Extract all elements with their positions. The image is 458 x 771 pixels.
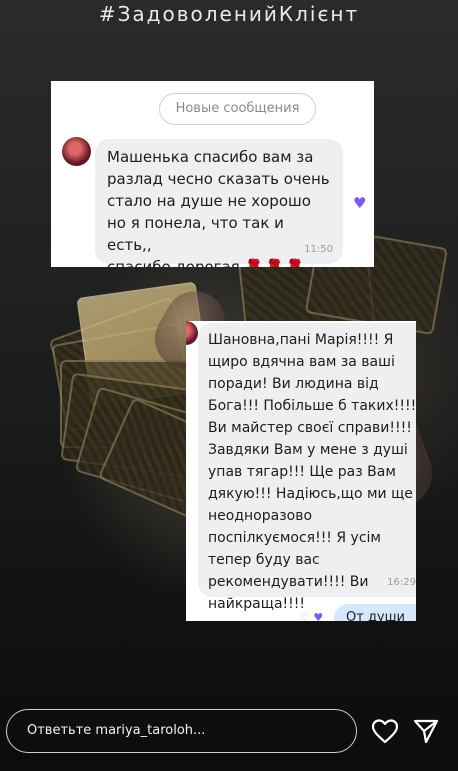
message-reactions: ♡ ♥	[300, 611, 323, 621]
new-messages-divider: Новые сообщения	[159, 93, 316, 125]
incoming-message-bubble: Шановна,пані Марія!!!! Я щиро вдячна вам…	[198, 323, 416, 612]
chat-screenshot-2: Шановна,пані Марія!!!! Я щиро вдячна вам…	[186, 321, 416, 621]
message-time: 11:50	[304, 244, 333, 255]
heart-icon: ♥	[313, 611, 324, 621]
sender-avatar	[62, 137, 91, 166]
reply-input[interactable]: Ответьте mariya_taroloh...	[6, 709, 357, 753]
sender-avatar	[186, 321, 198, 345]
incoming-message-bubble: Машенька спасибо вам за разлад чесно ска…	[95, 139, 343, 267]
message-line: но я понела, что так и есть,,	[107, 214, 284, 254]
message-line: спасибо дорогая 🌹🌹🌹	[107, 256, 333, 267]
message-line: Завдяки Вам у мене з душі	[208, 442, 408, 458]
heart-outline-icon: ♡	[300, 611, 310, 621]
message-line: дякую!!! Надіюсь,що ми ще	[208, 486, 413, 502]
message-line-text: спасибо дорогая	[107, 258, 240, 267]
message-line: щиро вдячна вам за ваші	[208, 354, 395, 370]
message-line: разлад чесно сказать очень	[107, 170, 330, 188]
heart-outline-icon[interactable]	[370, 716, 400, 746]
message-line: Шановна,пані Марія!!!! Я	[208, 332, 394, 348]
message-line: Машенька спасибо вам за	[107, 148, 314, 166]
message-line: тепер буду вас	[208, 552, 320, 568]
outgoing-message-bubble: От души	[334, 604, 416, 621]
message-line: стало на душе не хорошо	[107, 192, 311, 210]
message-time: 16:29	[387, 577, 416, 588]
story-title: #ЗадоволенийКлієнт	[98, 2, 360, 26]
message-line: Бога!!! Побільше б таких!!!!	[208, 398, 416, 414]
message-line: Ви майстер своєї справи!!!!	[208, 420, 412, 436]
message-line: упав тягар!!! Ще раз Вам	[208, 464, 396, 480]
send-icon[interactable]	[411, 716, 441, 746]
message-line: рекомендувати!!!! Ви	[208, 574, 369, 590]
chat-screenshot-1: Новые сообщения Машенька спасибо вам за …	[51, 81, 374, 267]
message-line: поспілкуємося!!! Я усім	[208, 530, 381, 546]
heart-icon: ♥	[353, 194, 367, 212]
rose-emoji: 🌹🌹🌹	[244, 258, 307, 267]
message-line: неодноразово	[208, 508, 313, 524]
message-line: поради! Ви людина від	[208, 376, 379, 392]
story-background: #ЗадоволенийКлієнт Новые сообщения Машен…	[0, 0, 458, 771]
